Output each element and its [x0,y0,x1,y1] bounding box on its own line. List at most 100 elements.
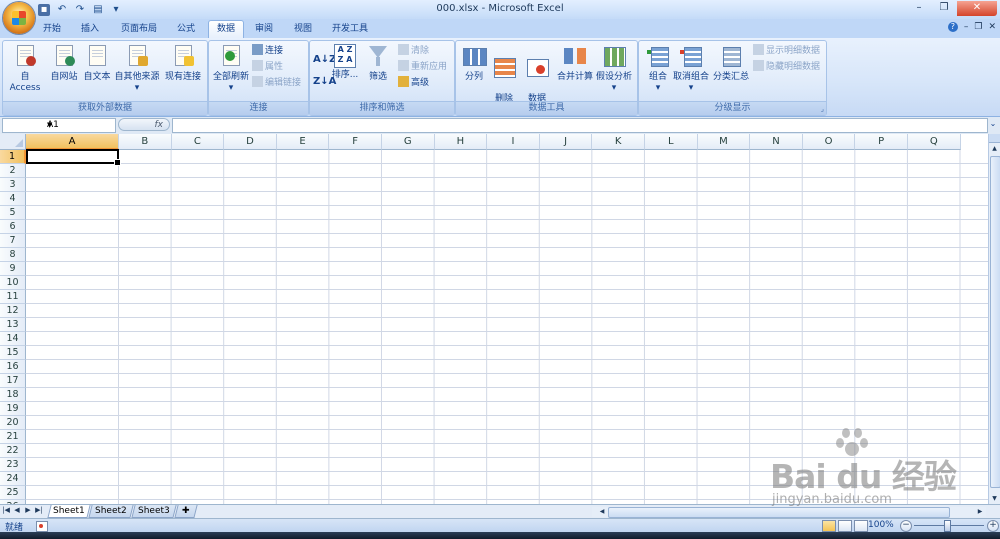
row-header[interactable]: 25 [0,486,26,500]
zoom-level[interactable]: 100% [868,520,894,530]
tab-review[interactable]: 审阅 [248,21,280,38]
row-header[interactable]: 17 [0,374,26,388]
consolidate-button[interactable]: 合并计算 [556,44,594,83]
sheet-tab-2[interactable]: Sheet2 [88,505,134,518]
insert-function-button[interactable]: fx [118,118,170,131]
name-box[interactable]: A1 ▼ [2,118,116,133]
column-header[interactable]: F [329,134,382,150]
column-header[interactable]: I [487,134,540,150]
page-layout-view-button[interactable] [838,520,852,532]
workbook-minimize-button[interactable]: – [964,22,969,32]
show-detail-button[interactable]: 显示明细数据 [753,44,820,58]
tab-developer[interactable]: 开发工具 [326,21,374,38]
ungroup-button[interactable]: 取消组合 ▾ [673,44,709,94]
from-web-button[interactable]: 自网站 [47,44,81,83]
row-header[interactable]: 16 [0,360,26,374]
column-header[interactable]: M [697,134,751,150]
from-other-sources-button[interactable]: 自其他来源 ▾ [113,44,161,94]
column-header[interactable]: Q [908,134,961,150]
row-header[interactable]: 13 [0,318,26,332]
zoom-slider-thumb[interactable] [944,520,951,532]
reapply-button[interactable]: 重新应用 [398,60,447,74]
macro-record-icon[interactable] [36,521,48,532]
tab-home[interactable]: 开始 [36,21,68,38]
row-header[interactable]: 3 [0,178,26,192]
first-sheet-icon[interactable]: |◀ [2,506,10,514]
row-header[interactable]: 21 [0,430,26,444]
column-header[interactable]: D [224,134,277,150]
normal-view-button[interactable] [822,520,836,532]
zoom-in-button[interactable]: + [987,520,999,532]
column-header[interactable]: N [750,134,803,150]
active-cell[interactable] [26,149,121,166]
horizontal-scroll-thumb[interactable] [608,507,950,518]
select-all-button[interactable] [0,134,26,150]
row-header[interactable]: 15 [0,346,26,360]
row-header[interactable]: 11 [0,290,26,304]
subtotal-button[interactable]: 分类汇总 [711,44,751,83]
insert-sheet-button[interactable]: ✚ [174,505,198,518]
sort-button[interactable]: A ZZ A 排序... [330,44,360,81]
office-button[interactable] [3,2,35,34]
clear-filter-button[interactable]: 清除 [398,44,429,58]
restore-button[interactable]: ❐ [932,1,956,16]
vertical-scroll-thumb[interactable] [990,156,1000,488]
tab-view[interactable]: 视图 [287,21,319,38]
advanced-filter-button[interactable]: 高级 [398,76,429,90]
column-header[interactable]: H [434,134,488,150]
row-header[interactable]: 24 [0,472,26,486]
row-header[interactable]: 20 [0,416,26,430]
horizontal-scrollbar[interactable]: ◀ ▶ [592,507,986,518]
sheet-tab-1[interactable]: Sheet1 [47,505,91,518]
row-header[interactable]: 14 [0,332,26,346]
column-header[interactable]: J [539,134,593,150]
workbook-close-button[interactable]: ✕ [988,22,996,32]
connections-button[interactable]: 连接 [252,44,283,58]
what-if-analysis-button[interactable]: 假设分析 ▾ [594,44,634,94]
from-access-button[interactable]: 自 Access [5,44,45,94]
scroll-left-icon[interactable]: ◀ [598,507,606,517]
zoom-out-button[interactable]: − [900,520,912,532]
scroll-up-icon[interactable]: ▲ [989,144,1000,154]
scroll-down-icon[interactable]: ▼ [989,494,1000,504]
row-header[interactable]: 12 [0,304,26,318]
existing-connections-button[interactable]: 现有连接 [163,44,203,83]
row-header[interactable]: 23 [0,458,26,472]
tab-data[interactable]: 数据 [208,20,244,38]
row-header[interactable]: 2 [0,164,26,178]
column-header[interactable]: P [855,134,908,150]
formula-input[interactable] [172,118,988,133]
edit-links-button[interactable]: 编辑链接 [252,76,301,90]
tab-page-layout[interactable]: 页面布局 [114,21,164,38]
row-header[interactable]: 5 [0,206,26,220]
row-header[interactable]: 18 [0,388,26,402]
tab-formulas[interactable]: 公式 [170,21,202,38]
filter-button[interactable]: 筛选 [364,44,392,83]
column-header[interactable]: G [382,134,435,150]
row-header[interactable]: 8 [0,248,26,262]
from-text-button[interactable]: 自文本 [81,44,113,83]
next-sheet-icon[interactable]: ▶ [24,506,32,514]
prev-sheet-icon[interactable]: ◀ [13,506,21,514]
tab-insert[interactable]: 插入 [74,21,106,38]
chevron-down-icon[interactable]: ▼ [47,119,113,132]
scroll-right-icon[interactable]: ▶ [976,507,984,517]
column-header[interactable]: L [645,134,698,150]
row-header[interactable]: 1 [0,150,26,164]
close-button[interactable]: ✕ [957,1,997,16]
column-header[interactable]: K [592,134,645,150]
row-header[interactable]: 19 [0,402,26,416]
text-to-columns-button[interactable]: 分列 [458,44,490,83]
row-header[interactable]: 7 [0,234,26,248]
row-header[interactable]: 10 [0,276,26,290]
row-header[interactable]: 22 [0,444,26,458]
row-header[interactable]: 9 [0,262,26,276]
last-sheet-icon[interactable]: ▶| [35,506,43,514]
sheet-tab-3[interactable]: Sheet3 [131,505,177,518]
column-header[interactable]: O [802,134,856,150]
expand-formula-bar-icon[interactable]: ⌄ [988,119,998,131]
column-header[interactable]: A [26,134,119,150]
properties-button[interactable]: 属性 [252,60,283,74]
refresh-all-button[interactable]: 全部刷新 ▾ [211,44,251,94]
workbook-restore-button[interactable]: ❐ [974,22,982,32]
